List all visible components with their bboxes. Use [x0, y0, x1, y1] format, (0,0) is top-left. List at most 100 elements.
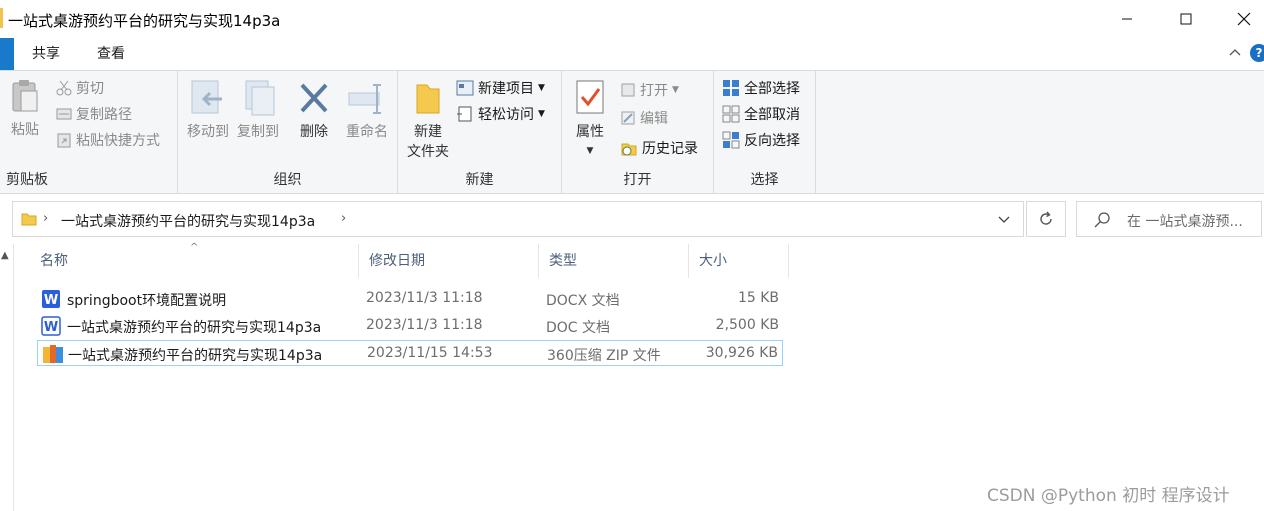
breadcrumb-chevron-icon[interactable]: › [341, 211, 346, 226]
copy-to-button[interactable]: 复制到 [234, 79, 282, 141]
paste-label: 粘贴 [11, 122, 39, 138]
file-size: 2,500 KB [715, 317, 779, 333]
file-date: 2023/11/3 11:18 [366, 290, 483, 306]
invert-selection-button[interactable]: 反向选择 [722, 129, 800, 151]
navigation-pane[interactable]: ▲ [0, 244, 14, 511]
search-icon [1094, 212, 1110, 228]
history-button[interactable]: 历史记录 [620, 137, 698, 159]
maximize-icon [1180, 13, 1192, 25]
invert-selection-icon [722, 131, 740, 149]
title-bar: 一站式桌游预约平台的研究与实现14p3a [0, 0, 1264, 38]
easy-access-button[interactable]: 轻松访问 ▼ [456, 103, 545, 125]
select-none-label: 全部取消 [744, 107, 800, 123]
select-all-button[interactable]: 全部选择 [722, 77, 800, 99]
properties-dropdown-icon: ▼ [586, 146, 594, 156]
breadcrumb-chevron-icon[interactable]: › [43, 211, 48, 226]
new-item-label: 新建项目 [478, 81, 534, 97]
cut-button[interactable]: 剪切 [56, 77, 104, 99]
rename-label: 重命名 [346, 124, 388, 140]
minimize-button[interactable] [1097, 0, 1157, 38]
new-folder-button[interactable]: 新建 文件夹 [402, 79, 454, 161]
new-folder-icon [416, 84, 440, 114]
delete-button[interactable]: 删除 [292, 79, 336, 141]
select-none-button[interactable]: 全部取消 [722, 103, 800, 125]
search-placeholder: 在 一站式桌游预... [1127, 214, 1243, 230]
file-date: 2023/11/3 11:18 [366, 317, 483, 333]
help-button[interactable]: ? [1250, 44, 1264, 62]
easy-access-dropdown-icon: ▼ [538, 109, 545, 119]
new-item-dropdown-icon: ▼ [538, 83, 545, 93]
tab-file[interactable] [0, 38, 14, 70]
file-row[interactable]: W springboot环境配置说明 2023/11/3 11:18 DOCX … [37, 286, 783, 312]
easy-access-icon [457, 106, 472, 122]
select-group-label: 选择 [750, 172, 779, 188]
minimize-icon [1122, 18, 1132, 20]
copy-path-button[interactable]: 复制路径 [56, 103, 132, 125]
move-to-label: 移动到 [187, 124, 229, 140]
properties-button[interactable]: 属性 ▼ [568, 79, 612, 157]
tab-view[interactable]: 查看 [80, 38, 142, 70]
paste-shortcut-icon [57, 133, 71, 148]
organize-group: 移动到 复制到 删除 重命名 组织 [178, 71, 398, 193]
scroll-up-icon[interactable]: ▲ [1, 250, 9, 261]
new-folder-label-line2: 文件夹 [407, 144, 449, 160]
select-all-icon [723, 80, 739, 96]
organize-group-label: 组织 [273, 172, 302, 188]
select-none-icon [722, 105, 740, 123]
column-date[interactable]: 修改日期 [359, 244, 539, 278]
clipboard-group-label: 剪贴板 [6, 172, 48, 188]
clipboard-group: 粘贴 剪切 复制路径 粘贴快捷方式 剪贴板 [0, 71, 178, 193]
cut-label: 剪切 [76, 81, 104, 97]
maximize-button[interactable] [1156, 0, 1216, 38]
folder-icon [21, 213, 37, 226]
edit-label: 编辑 [640, 111, 668, 127]
address-bar[interactable]: › 一站式桌游预约平台的研究与实现14p3a › [12, 201, 1024, 237]
column-type[interactable]: 类型 [539, 244, 689, 278]
file-name: 一站式桌游预约平台的研究与实现14p3a [68, 348, 323, 364]
zip-archive-icon [43, 345, 63, 363]
file-row[interactable]: W 一站式桌游预约平台的研究与实现14p3a 2023/11/3 11:18 D… [37, 313, 783, 339]
rename-button[interactable]: 重命名 [340, 79, 394, 141]
refresh-icon [1040, 211, 1052, 225]
properties-label: 属性 [576, 124, 604, 140]
move-to-icon [191, 80, 222, 114]
wps-doc-icon: W [41, 316, 61, 336]
close-button[interactable] [1214, 0, 1264, 38]
paste-button[interactable]: 粘贴 [6, 79, 44, 139]
open-icon [621, 83, 635, 97]
copy-to-label: 复制到 [237, 124, 279, 140]
tab-share[interactable]: 共享 [16, 38, 76, 70]
close-icon [1237, 12, 1251, 26]
chevron-down-icon[interactable] [997, 212, 1011, 226]
file-date: 2023/11/15 14:53 [367, 345, 493, 361]
move-to-button[interactable]: 移动到 [184, 79, 232, 141]
chevron-up-icon[interactable] [1228, 46, 1242, 60]
new-item-icon [456, 80, 474, 96]
breadcrumb-current[interactable]: 一站式桌游预约平台的研究与实现14p3a [61, 211, 315, 231]
window-title: 一站式桌游预约平台的研究与实现14p3a [8, 12, 281, 30]
delete-x-icon [300, 83, 328, 113]
file-row-selected[interactable]: 一站式桌游预约平台的研究与实现14p3a 2023/11/15 14:53 36… [37, 340, 783, 366]
paste-shortcut-label: 粘贴快捷方式 [76, 133, 160, 149]
file-type: DOC 文档 [546, 320, 611, 336]
easy-access-label: 轻松访问 [478, 107, 534, 123]
column-size[interactable]: 大小 [689, 244, 789, 278]
new-group: 新建 文件夹 新建项目 ▼ 轻松访问 ▼ 新建 [398, 71, 562, 193]
column-name[interactable]: 名称 [30, 244, 359, 278]
file-name: 一站式桌游预约平台的研究与实现14p3a [67, 320, 322, 336]
refresh-button[interactable] [1026, 201, 1066, 237]
file-size: 15 KB [737, 290, 779, 306]
new-item-button[interactable]: 新建项目 ▼ [456, 77, 545, 99]
wps-docx-icon: W [42, 290, 60, 308]
edit-button[interactable]: 编辑 [620, 107, 668, 129]
select-group: 全部选择 全部取消 反向选择 选择 [714, 71, 816, 193]
copy-path-label: 复制路径 [76, 107, 132, 123]
rename-icon [348, 84, 381, 114]
delete-label: 删除 [300, 124, 328, 140]
select-all-label: 全部选择 [744, 81, 800, 97]
svg-text:W: W [44, 293, 58, 308]
copy-path-icon [56, 108, 72, 120]
open-button[interactable]: 打开 ▼ [620, 79, 679, 101]
search-box[interactable]: 在 一站式桌游预... [1076, 201, 1262, 237]
paste-shortcut-button[interactable]: 粘贴快捷方式 [56, 129, 160, 151]
